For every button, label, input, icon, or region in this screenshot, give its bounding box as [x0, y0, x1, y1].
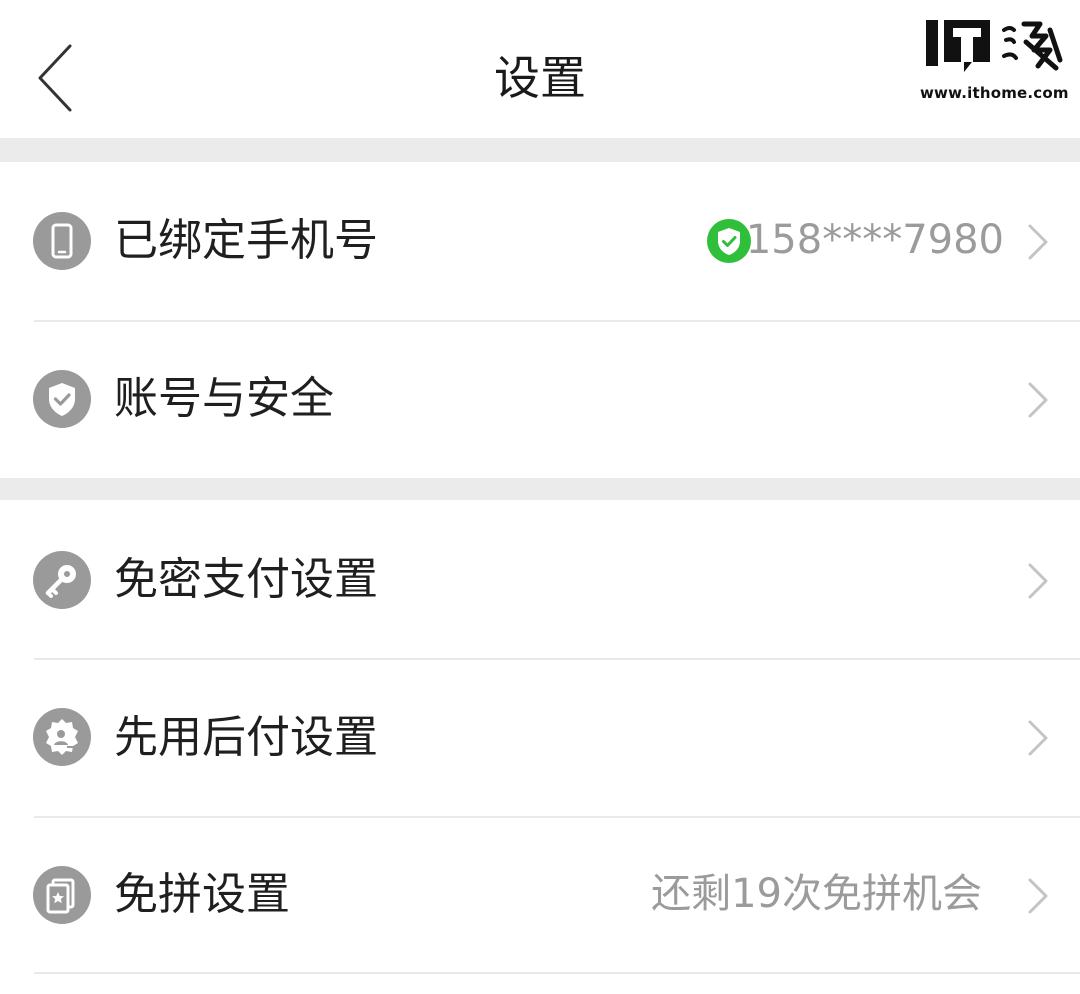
watermark-url: www.ithome.com: [920, 84, 1069, 102]
chevron-right-icon: [1028, 382, 1048, 418]
section-separator: [0, 138, 1080, 162]
page-title: 设置: [494, 51, 586, 105]
settings-item-group-free[interactable]: 免拼设置 还剩19次免拼机会: [0, 818, 1080, 972]
chevron-right-icon: [1028, 878, 1048, 914]
header-bar: 设置 www.ithome.com: [0, 0, 1080, 138]
section-separator: [0, 478, 1080, 500]
bound-phone-number: 158****7980: [745, 217, 1004, 263]
settings-item-label: 账号与安全: [114, 373, 334, 424]
settings-item-bound-phone[interactable]: 已绑定手机号 158****7980: [0, 162, 1080, 320]
chevron-right-icon: [1028, 224, 1048, 260]
phone-icon: [33, 212, 91, 270]
ithome-logo-icon: [926, 20, 1063, 72]
chevron-right-icon: [1028, 563, 1048, 599]
shield-check-icon: [33, 370, 91, 428]
settings-item-label: 已绑定手机号: [114, 215, 378, 266]
group-free-remaining: 还剩19次免拼机会: [651, 871, 982, 917]
settings-item-pay-later[interactable]: 先用后付设置: [0, 660, 1080, 816]
settings-item-account-security[interactable]: 账号与安全: [0, 322, 1080, 478]
ithome-watermark: www.ithome.com: [920, 16, 1069, 106]
card-star-icon: [33, 866, 91, 924]
settings-item-password-free-payment[interactable]: 免密支付设置: [0, 500, 1080, 658]
key-icon: [33, 551, 91, 609]
badge-user-icon: [33, 708, 91, 766]
settings-item-label: 先用后付设置: [114, 712, 378, 763]
settings-item-label: 免密支付设置: [114, 554, 378, 605]
settings-item-label: 免拼设置: [114, 869, 290, 920]
row-divider: [34, 972, 1080, 974]
chevron-right-icon: [1028, 720, 1048, 756]
